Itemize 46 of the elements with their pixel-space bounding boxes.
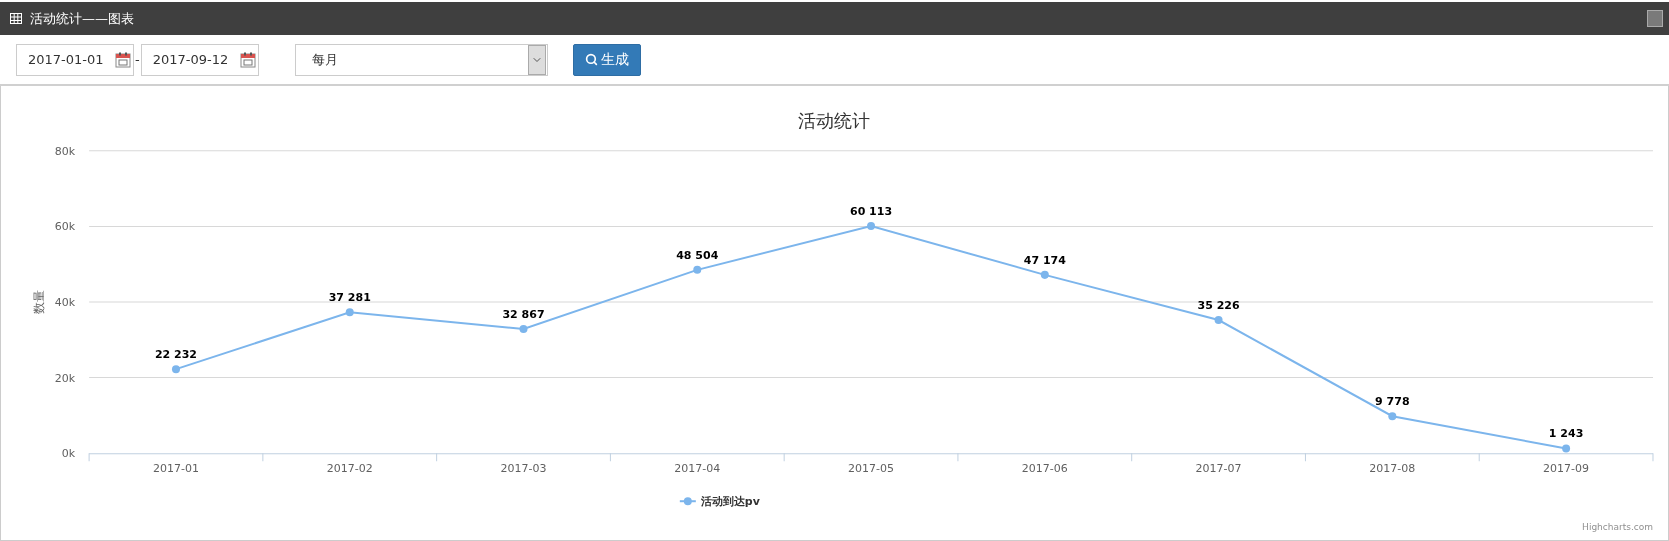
calendar-icon[interactable] <box>115 51 131 68</box>
axis-label: 2017-03 <box>500 462 547 476</box>
period-dropdown[interactable]: 每月 <box>294 43 548 76</box>
axis-label: 2017-08 <box>1369 462 1416 476</box>
axis-label: 80k <box>54 144 76 158</box>
data-point <box>693 265 702 274</box>
data-label: 37 281 <box>328 291 371 305</box>
data-label: 32 867 <box>502 307 545 321</box>
data-point <box>172 365 180 374</box>
legend-marker-icon[interactable] <box>678 497 697 506</box>
axis-label: 2017-02 <box>326 462 373 476</box>
data-label: 1 243 <box>1548 427 1584 441</box>
data-point <box>519 324 528 333</box>
axis-label: 2017-06 <box>1021 462 1068 476</box>
axis-label: 2017-01 <box>153 462 199 476</box>
calendar-icon[interactable] <box>239 51 256 68</box>
data-label: 60 113 <box>850 204 893 218</box>
axis-title: 数量 <box>32 290 47 314</box>
axis-label: 2017-05 <box>848 462 895 476</box>
data-label: 35 226 <box>1197 299 1240 312</box>
search-icon <box>584 53 598 66</box>
table-icon <box>10 13 22 24</box>
axis-label: 2017-09 <box>1543 462 1590 476</box>
legend-item[interactable]: 活动到达pv <box>700 495 760 509</box>
range-separator: - <box>134 52 141 67</box>
data-label: 47 174 <box>1023 253 1066 267</box>
data-point <box>1214 316 1223 325</box>
data-point <box>867 221 876 230</box>
chart-title: 活动统计 <box>798 109 871 131</box>
axis-label: 40k <box>54 296 76 309</box>
date-field[interactable]: 2017-09-12 <box>140 43 259 76</box>
axis-label: 2017-07 <box>1195 462 1242 476</box>
date-field[interactable]: 2017-01-01 <box>16 43 134 76</box>
generate-button[interactable]: 生成 <box>572 43 641 76</box>
axis-label: 0k <box>61 447 76 461</box>
data-point <box>345 308 354 317</box>
window-title: 活动统计——图表 <box>30 9 135 28</box>
data-label: 9 778 <box>1375 395 1410 409</box>
data-label: 48 504 <box>676 248 719 262</box>
data-point <box>1388 412 1397 421</box>
axis-label: 60k <box>54 220 76 234</box>
axis-label: 2017-04 <box>674 462 721 476</box>
data-point <box>1040 270 1049 279</box>
data-label: 22 232 <box>154 348 198 362</box>
data-point <box>1562 444 1571 453</box>
axis-label: 20k <box>54 371 76 385</box>
